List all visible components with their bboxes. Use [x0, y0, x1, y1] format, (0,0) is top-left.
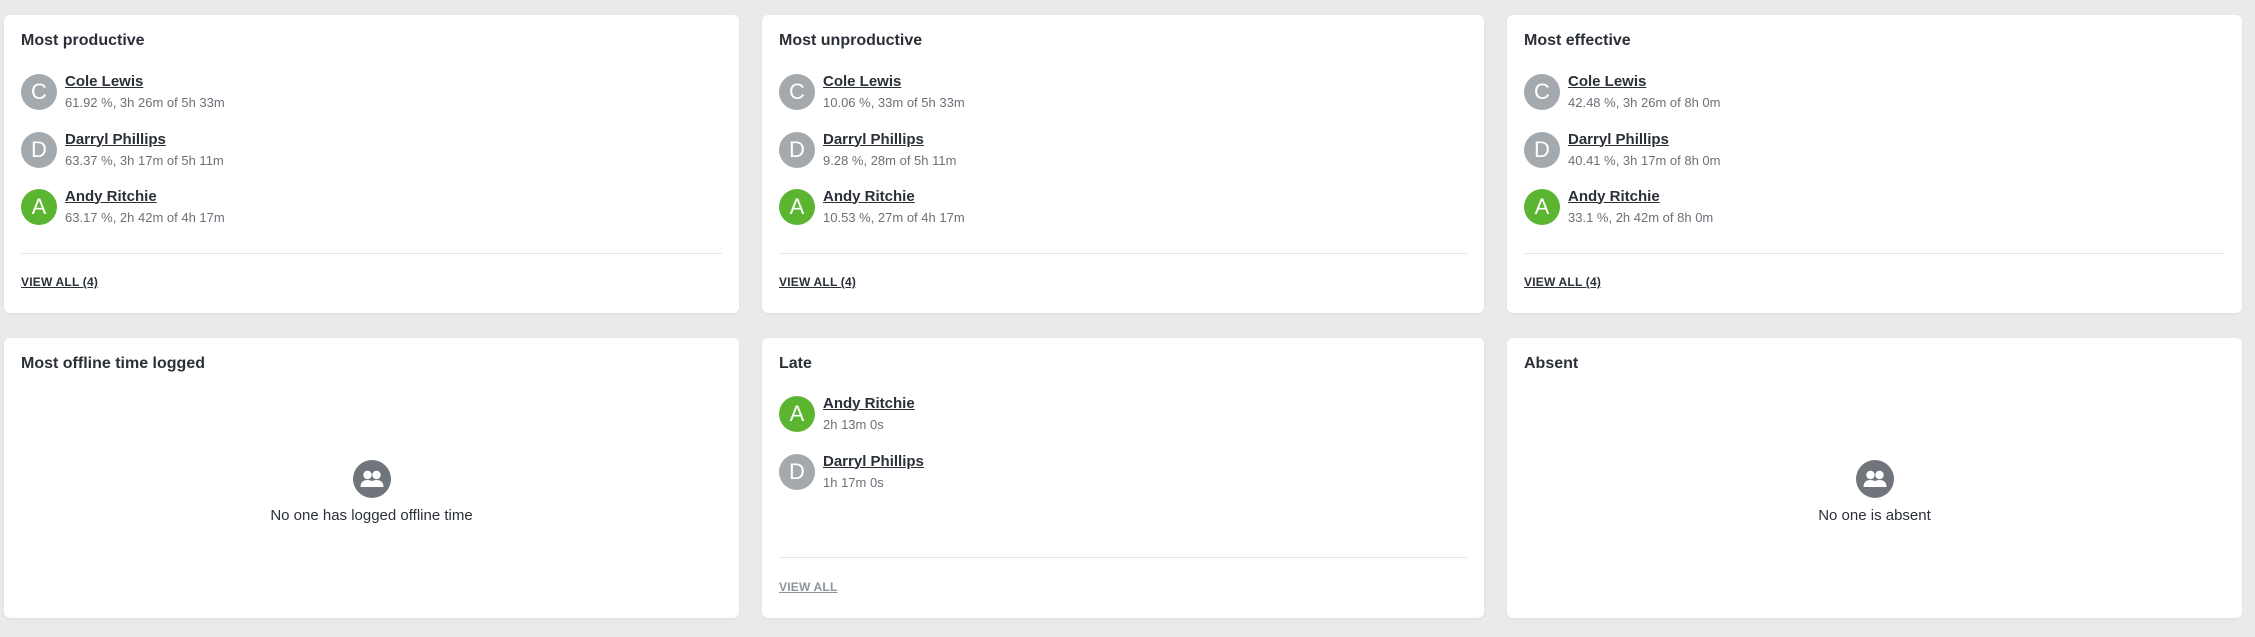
avatar: D — [21, 132, 57, 168]
avatar: D — [779, 132, 815, 168]
card-title: Late — [779, 355, 812, 372]
person-stat: 1h 17m 0s — [823, 474, 884, 490]
avatar: A — [21, 189, 57, 225]
person-row: D Darryl Phillips 1h 17m 0s — [779, 452, 924, 492]
person-row: C Cole Lewis 42.48 %, 3h 26m of 8h 0m — [1524, 72, 1720, 112]
late-card: Late A Andy Ritchie 2h 13m 0s D Darryl Ph… — [762, 338, 1484, 618]
person-row: D Darryl Phillips 9.28 %, 28m of 5h 11m — [779, 130, 956, 170]
person-name-link[interactable]: Darryl Phillips — [1568, 131, 1720, 149]
dashboard-grid: Most productive C Cole Lewis 61.92 %, 3h … — [0, 0, 2255, 637]
divider — [779, 557, 1467, 558]
avatar: C — [21, 74, 57, 110]
view-all-link[interactable]: VIEW ALL (4) — [779, 275, 856, 289]
card-title: Most offline time logged — [21, 355, 205, 372]
most-effective-card: Most effective C Cole Lewis 42.48 %, 3h 2… — [1507, 15, 2242, 313]
view-all-link[interactable]: VIEW ALL — [779, 580, 837, 594]
person-stat: 63.37 %, 3h 17m of 5h 11m — [65, 152, 224, 168]
card-title: Most effective — [1524, 32, 1631, 49]
empty-state: No one is absent — [1507, 460, 2242, 524]
person-name-link[interactable]: Cole Lewis — [823, 73, 965, 91]
avatar: C — [779, 74, 815, 110]
person-row: C Cole Lewis 10.06 %, 33m of 5h 33m — [779, 72, 965, 112]
person-name-link[interactable]: Cole Lewis — [1568, 73, 1720, 91]
card-title: Most productive — [21, 32, 145, 49]
avatar: A — [1524, 189, 1560, 225]
person-name-link[interactable]: Darryl Phillips — [823, 453, 924, 471]
person-stat: 10.53 %, 27m of 4h 17m — [823, 209, 965, 225]
view-all-link[interactable]: VIEW ALL (4) — [21, 275, 98, 289]
person-name-link[interactable]: Andy Ritchie — [65, 188, 225, 206]
person-name-link[interactable]: Darryl Phillips — [823, 131, 956, 149]
users-icon — [1855, 460, 1894, 498]
person-stat: 63.17 %, 2h 42m of 4h 17m — [65, 209, 225, 225]
absent-card: Absent No one is absent — [1507, 338, 2242, 618]
person-name-link[interactable]: Darryl Phillips — [65, 131, 224, 149]
person-stat: 40.41 %, 3h 17m of 8h 0m — [1568, 152, 1721, 168]
person-row: A Andy Ritchie 33.1 %, 2h 42m of 8h 0m — [1524, 187, 1713, 227]
avatar: A — [779, 396, 815, 432]
person-stat: 61.92 %, 3h 26m of 5h 33m — [65, 94, 225, 110]
divider — [779, 253, 1467, 254]
person-name-link[interactable]: Andy Ritchie — [823, 395, 915, 413]
person-row: D Darryl Phillips 40.41 %, 3h 17m of 8h 0… — [1524, 130, 1720, 170]
card-title: Most unproductive — [779, 32, 923, 49]
avatar: D — [1524, 132, 1560, 168]
person-row: A Andy Ritchie 63.17 %, 2h 42m of 4h 17m — [21, 187, 225, 227]
person-row: D Darryl Phillips 63.37 %, 3h 17m of 5h 1… — [21, 130, 224, 170]
person-stat: 9.28 %, 28m of 5h 11m — [823, 152, 957, 168]
person-stat: 33.1 %, 2h 42m of 8h 0m — [1568, 209, 1714, 225]
person-stat: 42.48 %, 3h 26m of 8h 0m — [1568, 94, 1721, 110]
divider — [21, 253, 722, 254]
divider — [1524, 253, 2225, 254]
users-icon — [352, 460, 391, 498]
person-name-link[interactable]: Cole Lewis — [65, 73, 225, 91]
view-all-link[interactable]: VIEW ALL (4) — [1524, 275, 1601, 289]
person-row: A Andy Ritchie 2h 13m 0s — [779, 394, 915, 434]
person-name-link[interactable]: Andy Ritchie — [823, 188, 965, 206]
empty-message: No one has logged offline time — [270, 507, 473, 524]
person-stat: 2h 13m 0s — [823, 416, 884, 432]
person-stat: 10.06 %, 33m of 5h 33m — [823, 94, 965, 110]
most-offline-card: Most offline time logged No one has logg… — [4, 338, 739, 618]
person-row: A Andy Ritchie 10.53 %, 27m of 4h 17m — [779, 187, 965, 227]
avatar: D — [779, 454, 815, 490]
avatar: C — [1524, 74, 1560, 110]
empty-state: No one has logged offline time — [4, 460, 739, 524]
most-unproductive-card: Most unproductive C Cole Lewis 10.06 %, 3… — [762, 15, 1484, 313]
card-title: Absent — [1524, 355, 1579, 372]
most-productive-card: Most productive C Cole Lewis 61.92 %, 3h … — [4, 15, 739, 313]
person-row: C Cole Lewis 61.92 %, 3h 26m of 5h 33m — [21, 72, 225, 112]
person-name-link[interactable]: Andy Ritchie — [1568, 188, 1713, 206]
empty-message: No one is absent — [1818, 507, 1931, 524]
avatar: A — [779, 189, 815, 225]
